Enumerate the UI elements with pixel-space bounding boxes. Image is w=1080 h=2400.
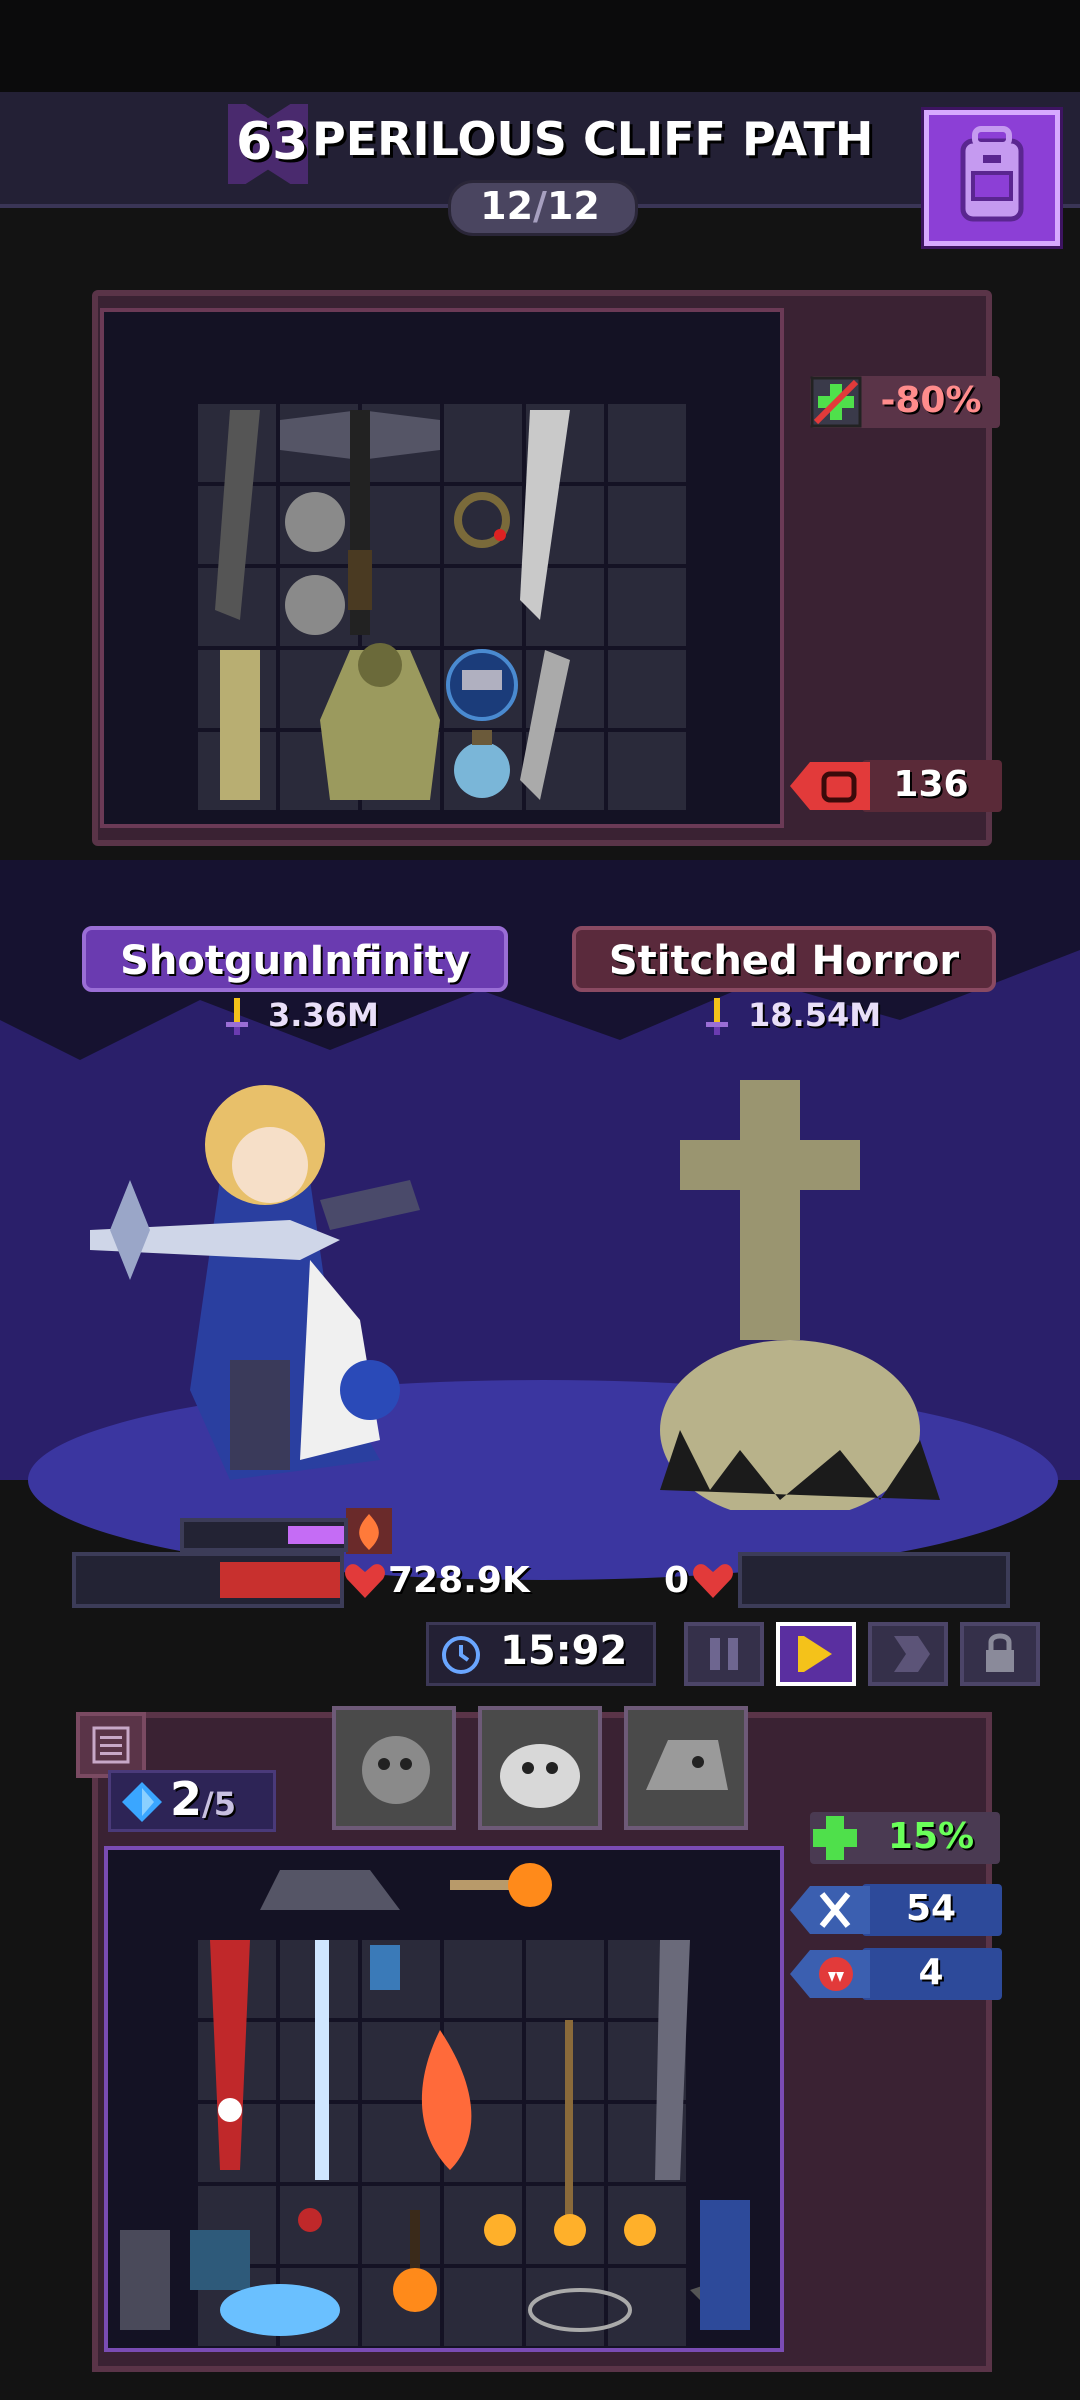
fist-icon: [790, 762, 870, 810]
player-hp-bar: [72, 1552, 344, 1608]
enemy-name-plate: Stitched Horror: [572, 926, 996, 992]
ring-icon: [454, 492, 510, 548]
potion-icon: [454, 730, 510, 798]
player-power-sword-icon: [226, 998, 248, 1035]
player-mana-bar: [180, 1518, 348, 1552]
player-hp-fill: [220, 1562, 340, 1598]
crossbones-value: 54: [905, 1888, 957, 1929]
amulet-icon: [370, 1945, 400, 1990]
red-sword-icon: [210, 1940, 250, 2170]
player-heart-icon: [345, 1564, 385, 1598]
pause-icon: [710, 1638, 738, 1670]
crossbones-icon: [790, 1886, 870, 1934]
glove-icon: [220, 650, 260, 800]
shop-slot-3[interactable]: [624, 1706, 748, 1830]
cloak-icon: [215, 410, 260, 620]
battle-timer-value: 15:92: [500, 1628, 628, 1674]
serrated-blade-icon: [655, 1940, 690, 2180]
shield-icon: [120, 2230, 170, 2330]
fast-forward-button[interactable]: [868, 1622, 948, 1686]
backpack-button[interactable]: [924, 110, 1060, 246]
slime-icon: [482, 1710, 598, 1826]
burn-status-icon: [346, 1508, 392, 1554]
pause-button[interactable]: [684, 1622, 764, 1686]
player-power: 3.36M: [268, 996, 379, 1034]
enemy-power: 18.54M: [748, 996, 882, 1034]
wave-total: 12: [546, 184, 600, 228]
water-portal-icon: [220, 2284, 340, 2336]
hammer-icon: [446, 649, 518, 721]
wave-current: 12: [480, 184, 534, 228]
vampire-fang-icon: [790, 1950, 870, 1998]
shop-slot-1[interactable]: [332, 1706, 456, 1830]
triple-flame-icon: [484, 2214, 656, 2246]
armor-icon: [320, 643, 440, 800]
bag-menu-button[interactable]: [76, 1712, 146, 1778]
play-button[interactable]: [776, 1622, 856, 1686]
flame-spirit-icon: [421, 2030, 472, 2170]
dagger-icon: [520, 650, 570, 800]
level-number: 63: [236, 112, 309, 172]
clock-icon: [442, 1636, 480, 1674]
chevron-right-icon: [894, 1636, 930, 1672]
staff-icon: [565, 2020, 573, 2220]
play-icon: [798, 1636, 832, 1672]
enemy-power-sword-icon: [706, 998, 728, 1035]
beast-icon: [628, 1710, 744, 1826]
player-hp-value: 728.9K: [388, 1560, 530, 1601]
heal-plus-icon: [813, 1816, 857, 1860]
enemy-attack-value: 136: [893, 764, 969, 805]
vampire-value: 4: [918, 1952, 944, 1993]
heal-bonus-value: 15%: [887, 1816, 975, 1857]
speed-lock-button[interactable]: [960, 1622, 1040, 1686]
gem-total: 5: [213, 1785, 236, 1823]
player-mana-fill: [288, 1526, 344, 1544]
enemy-hp-value: 0: [664, 1560, 690, 1601]
stage-title: PERILOUS CLIFF PATH: [312, 112, 874, 166]
heal-reduction-icon: [810, 376, 862, 428]
player-name-plate: ShotgunInfinity: [82, 926, 508, 992]
fire-wand-icon: [450, 1863, 552, 1907]
torch-icon: [393, 2210, 437, 2312]
status-area: [0, 0, 1080, 92]
enemy-tombstone-sprite: [660, 1080, 940, 1510]
enemy-heart-icon: [693, 1564, 733, 1598]
wave-counter-text: 12/12: [448, 184, 632, 228]
rock-icon: [285, 492, 345, 635]
gem-text: 2/5: [170, 1772, 236, 1826]
enemy-hp-bar: [738, 1552, 1010, 1608]
heal-reduction-value: -80%: [880, 380, 982, 421]
gem-current: 2: [170, 1772, 203, 1826]
chain-icon: [528, 2288, 632, 2332]
ghost-cat-icon: [336, 1710, 452, 1826]
rune-stone-icon: [190, 2230, 250, 2290]
ice-sword-icon: [298, 1940, 329, 2232]
blade-icon: [520, 410, 570, 620]
player-items-layer: [120, 1863, 750, 2336]
enemy-items-layer: [215, 410, 570, 800]
lock-icon: [986, 1633, 1014, 1672]
gem-icon: [122, 1782, 162, 1822]
gem-separator: /: [202, 1785, 214, 1823]
shop-slot-2[interactable]: [478, 1706, 602, 1830]
player-hero-sprite: [90, 1085, 420, 1480]
helmet-icon: [260, 1870, 400, 1910]
crystal-icon: [700, 2200, 750, 2330]
wave-separator: /: [533, 184, 547, 228]
backpack-icon: [960, 126, 1024, 222]
list-icon: [92, 1726, 130, 1764]
